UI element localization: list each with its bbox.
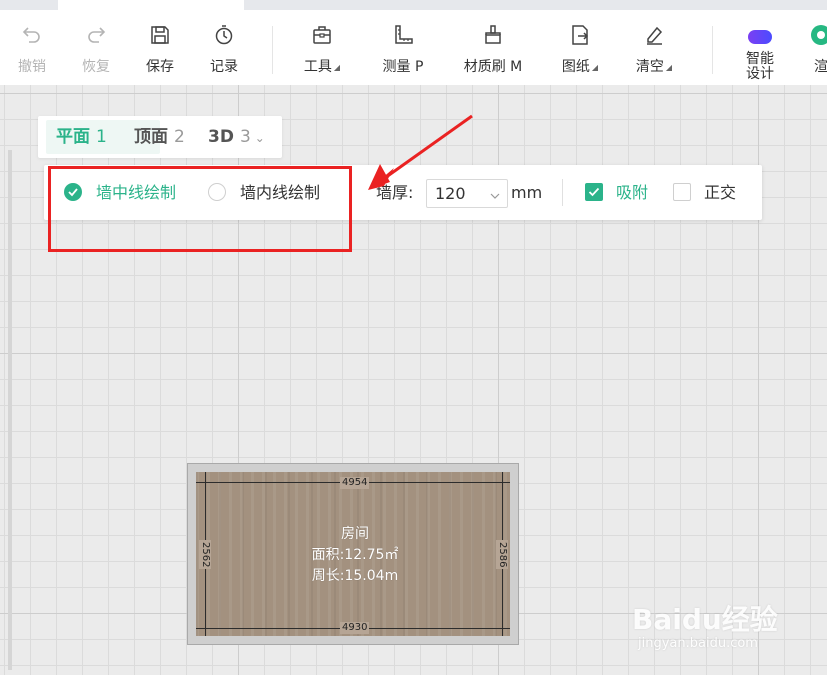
measure-label: 测量 P <box>382 59 424 75</box>
active-document-tab[interactable] <box>58 0 244 10</box>
save-button[interactable]: 保存 <box>142 10 178 85</box>
measure-button[interactable]: 测量 P <box>376 10 430 85</box>
tab-ceiling[interactable]: 顶面 2 <box>134 116 185 158</box>
material-brush-label: 材质刷 M <box>463 59 523 75</box>
ortho-label[interactable]: 正交 <box>704 165 736 220</box>
save-icon <box>147 22 173 48</box>
drawing-import-icon <box>567 22 593 48</box>
main-toolbar: 撤销 恢复 保存 记录 工具 ◢ 测量 P 材质刷 M 图纸 ◢ 清空 ◢ 智能… <box>0 10 827 85</box>
tools-label: 工具 ◢ <box>303 59 341 75</box>
ai-design-button[interactable]: 智能 设计 <box>740 10 780 85</box>
undo-icon <box>19 22 45 48</box>
chevron-down-icon: ◢ <box>665 63 673 72</box>
check-icon <box>588 187 600 197</box>
ruler-icon <box>390 22 416 48</box>
watermark-url: jingyan.baidu.com <box>638 636 758 651</box>
tab-3d[interactable]: 3D 3 ⌄ <box>208 116 265 158</box>
dimension-bottom: 4930 <box>340 622 370 634</box>
left-panel-edge <box>8 150 12 670</box>
view-mode-tabs: 平面 1 顶面 2 3D 3 ⌄ <box>38 116 282 158</box>
chevron-down-icon: ◢ <box>591 63 599 72</box>
dimension-top: 4954 <box>340 477 370 489</box>
redo-button[interactable]: 恢复 <box>78 10 114 85</box>
render-label: 渲 <box>814 59 827 75</box>
ai-design-label: 智能 设计 <box>746 51 774 82</box>
chevron-down-icon: ⌄ <box>254 131 265 145</box>
watermark-logo-text: Baidu经验 <box>632 603 778 636</box>
room-name: 房间 <box>341 526 369 542</box>
room-area: 面积:12.75㎡ <box>311 547 399 563</box>
render-button[interactable]: 渲 <box>806 10 827 85</box>
material-brush-button[interactable]: 材质刷 M <box>456 10 530 85</box>
clear-label: 清空 ◢ <box>635 59 673 75</box>
baidu-watermark: Baidu经验 jingyan.baidu.com <box>632 598 822 658</box>
undo-label: 撤销 <box>18 59 46 75</box>
room-perimeter: 周长:15.04m <box>311 568 399 584</box>
snap-checkbox[interactable] <box>585 183 603 201</box>
annotation-highlight-box <box>48 166 352 252</box>
chevron-down-icon <box>489 187 501 206</box>
toolbar-divider <box>272 26 273 74</box>
ortho-checkbox[interactable] <box>673 183 691 201</box>
clear-button[interactable]: 清空 ◢ <box>632 10 676 85</box>
save-label: 保存 <box>146 59 174 75</box>
wall-thickness-unit: mm <box>511 183 543 202</box>
options-divider <box>562 179 563 206</box>
toolbar-divider <box>712 26 713 74</box>
dimension-left: 2562 <box>199 540 211 570</box>
eraser-icon <box>641 22 667 48</box>
toolbox-icon <box>309 22 335 48</box>
render-icon <box>808 22 827 48</box>
dimension-right: 2586 <box>496 540 508 570</box>
history-label: 记录 <box>210 59 238 75</box>
ai-design-icon <box>747 24 773 50</box>
chevron-down-icon: ◢ <box>333 63 341 72</box>
drawing-label: 图纸 ◢ <box>561 59 599 75</box>
snap-label[interactable]: 吸附 <box>616 165 648 220</box>
undo-button[interactable]: 撤销 <box>14 10 50 85</box>
redo-label: 恢复 <box>82 59 110 75</box>
top-tab-strip <box>0 0 827 10</box>
tab-plan[interactable]: 平面 1 <box>56 116 107 158</box>
room-info: 房间 面积:12.75㎡ 周长:15.04m <box>300 524 410 587</box>
annotation-arrow <box>368 114 473 190</box>
drawing-button[interactable]: 图纸 ◢ <box>558 10 602 85</box>
history-button[interactable]: 记录 <box>206 10 242 85</box>
history-icon <box>211 22 237 48</box>
brush-icon <box>480 22 506 48</box>
tools-button[interactable]: 工具 ◢ <box>300 10 344 85</box>
redo-icon <box>83 22 109 48</box>
